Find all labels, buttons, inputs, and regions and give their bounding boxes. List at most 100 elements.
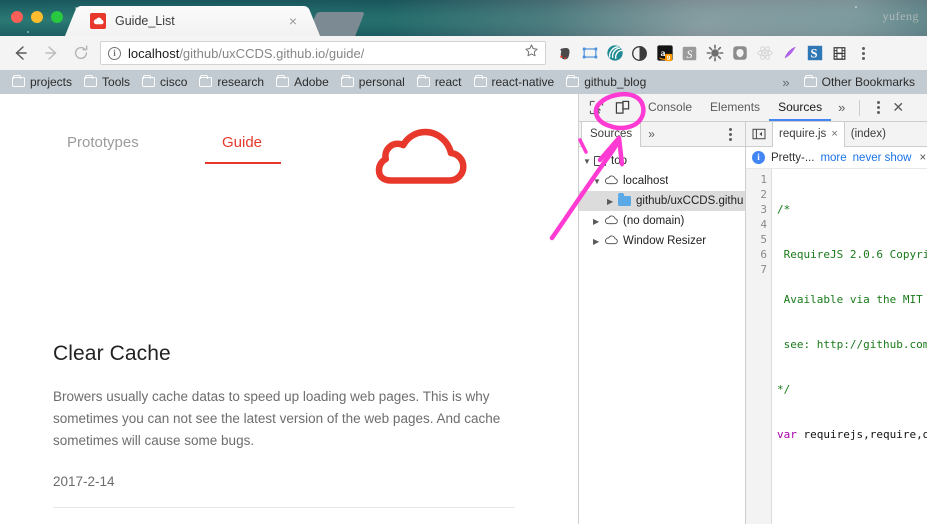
wave-icon[interactable] <box>604 43 625 64</box>
svg-text:S: S <box>687 46 693 60</box>
s-icon[interactable]: S <box>804 43 825 64</box>
info-bar-more-link[interactable]: more <box>820 152 846 164</box>
overflow-chevron-icon[interactable]: » <box>774 75 797 90</box>
forward-button[interactable] <box>36 40 66 66</box>
tree-label: github/uxCCDS.githu <box>636 195 744 207</box>
close-window-button[interactable] <box>11 11 23 23</box>
bookmark-label: projects <box>30 75 73 89</box>
editor-tab-index[interactable]: (index) <box>845 122 892 147</box>
feather-icon[interactable] <box>779 43 800 64</box>
folder-icon <box>199 74 213 87</box>
evernote-icon[interactable] <box>554 43 575 64</box>
tab-elements[interactable]: Elements <box>701 94 769 121</box>
subtab-sources[interactable]: Sources <box>581 121 642 147</box>
react-icon[interactable] <box>754 43 775 64</box>
bookmark-item[interactable]: github_blog <box>560 74 652 89</box>
tree-row[interactable]: ▶ (no domain) <box>579 211 745 231</box>
maximize-window-button[interactable] <box>51 11 63 23</box>
script-icon[interactable]: S <box>679 43 700 64</box>
bookmark-item[interactable]: cisco <box>136 74 193 89</box>
code-editor[interactable]: 1 2 3 4 5 6 7 /* RequireJS 2.0.6 Copyri … <box>746 169 927 524</box>
tree-label: Window Resizer <box>623 235 707 247</box>
page-viewport: Prototypes Guide Clear Cache Browers usu… <box>0 94 578 524</box>
star-icon[interactable] <box>524 43 541 63</box>
navigator-overflow-icon[interactable]: » <box>641 127 662 141</box>
tab-close-icon[interactable]: × <box>289 14 299 28</box>
bookmarks-bar: projects Tools cisco research Adobe pers… <box>0 70 927 94</box>
device-toolbar-icon[interactable] <box>609 96 635 120</box>
info-bar-text: Pretty-... <box>771 151 815 164</box>
shield-icon[interactable] <box>729 43 750 64</box>
bug-icon[interactable] <box>704 43 725 64</box>
nav-item-guide[interactable]: Guide <box>222 134 262 151</box>
film-icon[interactable] <box>829 43 850 64</box>
bookmark-label: Tools <box>102 75 131 89</box>
navigator-kebab-menu-icon[interactable] <box>721 127 739 141</box>
browser-tab[interactable]: Guide_List × <box>80 6 305 36</box>
info-bar-never-show-link[interactable]: never show <box>853 152 912 164</box>
bookmark-label: github_blog <box>584 75 647 89</box>
bookmark-item[interactable]: research <box>193 74 270 89</box>
screenshot-icon[interactable] <box>579 43 600 64</box>
back-button[interactable] <box>6 40 36 66</box>
line-number: 2 <box>760 188 767 201</box>
article: Clear Cache Browers usually cache datas … <box>53 342 515 508</box>
editor-tab-label: require.js <box>779 128 827 140</box>
tree-label: localhost <box>623 175 669 187</box>
tree-row[interactable]: ▼ localhost <box>579 171 745 191</box>
folder-icon <box>142 74 156 87</box>
expand-arrow-icon[interactable]: ▼ <box>583 157 594 166</box>
show-navigator-icon[interactable] <box>746 128 772 140</box>
devtools-close-icon[interactable]: ✕ <box>887 99 909 116</box>
article-divider <box>53 506 515 508</box>
tab-sources[interactable]: Sources <box>769 94 832 121</box>
browser-window: yufeng Guide_List × i localhost/github/u… <box>0 0 927 524</box>
page-title: Clear Cache <box>53 342 171 365</box>
nav-active-underline <box>205 162 281 164</box>
info-icon: i <box>752 151 765 164</box>
tree-row[interactable]: ▶ github/uxCCDS.githu <box>579 191 745 211</box>
cloud-icon <box>90 13 106 29</box>
other-bookmarks-item[interactable]: Other Bookmarks <box>798 74 921 89</box>
navigator-subbar: Sources » <box>579 121 745 147</box>
bookmark-item[interactable]: react-native <box>468 74 561 89</box>
info-bar-dismiss-icon[interactable]: × <box>919 152 926 164</box>
nav-item-prototypes[interactable]: Prototypes <box>67 134 139 151</box>
editor-tabs: require.js × (index) <box>746 121 927 147</box>
bookmark-item[interactable]: Adobe <box>270 74 335 89</box>
pretty-print-info-bar: i Pretty-... more never show × <box>746 147 927 169</box>
line-number: 1 <box>760 173 767 186</box>
tree-row[interactable]: ▶ Window Resizer <box>579 231 745 251</box>
expand-arrow-icon[interactable]: ▶ <box>607 197 618 206</box>
editor-tab-close-icon[interactable]: × <box>831 122 837 146</box>
inspect-element-icon[interactable] <box>583 96 609 120</box>
tree-label: top <box>611 155 627 167</box>
minimize-window-button[interactable] <box>31 11 43 23</box>
amazon-icon[interactable]: a 9 <box>654 43 675 64</box>
expand-arrow-icon[interactable]: ▶ <box>593 237 604 246</box>
kebab-menu-icon[interactable] <box>854 46 872 60</box>
info-icon[interactable]: i <box>108 46 121 60</box>
folder-icon <box>340 74 354 87</box>
window-controls[interactable] <box>11 11 63 23</box>
tree-row[interactable]: ▼ top <box>579 151 745 171</box>
devtools-kebab-menu-icon[interactable] <box>869 101 887 114</box>
bookmark-item[interactable]: Tools <box>78 74 136 89</box>
bookmark-item[interactable]: projects <box>6 74 78 89</box>
folder-icon <box>473 74 487 87</box>
bookmark-item[interactable]: personal <box>335 74 411 89</box>
article-body: Browers usually cache datas to speed up … <box>53 389 501 448</box>
devtools-tabs-overflow-icon[interactable]: » <box>831 100 852 115</box>
reload-button[interactable] <box>66 40 96 66</box>
editor-tab-requirejs[interactable]: require.js × <box>772 121 845 147</box>
bookmark-label: Adobe <box>294 75 329 89</box>
cloud-icon <box>604 175 618 188</box>
code-content: /* RequireJS 2.0.6 Copyri Available via … <box>772 169 927 524</box>
bookmark-item[interactable]: react <box>411 74 468 89</box>
address-bar[interactable]: i localhost/github/uxCCDS.github.io/guid… <box>100 41 546 65</box>
sources-navigator: Sources » ▼ top ▼ localhost ▶ github/uxC… <box>579 121 746 524</box>
contrast-icon[interactable] <box>629 43 650 64</box>
expand-arrow-icon[interactable]: ▼ <box>593 177 604 186</box>
expand-arrow-icon[interactable]: ▶ <box>593 217 604 226</box>
tab-console[interactable]: Console <box>639 94 701 121</box>
